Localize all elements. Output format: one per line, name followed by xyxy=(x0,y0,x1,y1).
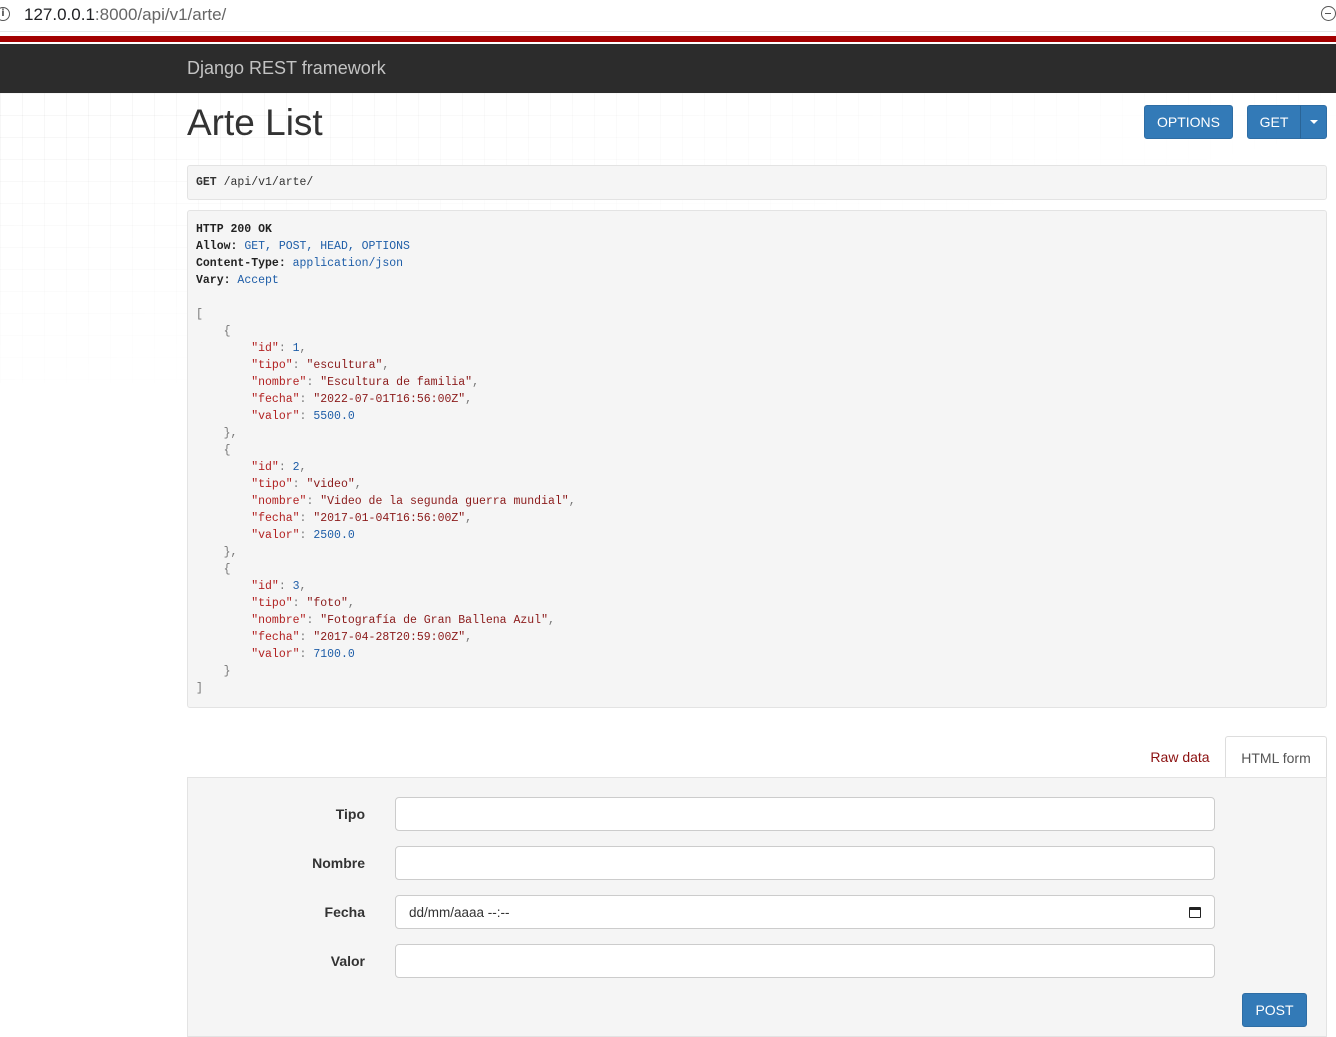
caret-down-icon xyxy=(1309,120,1318,124)
response-info: HTTP 200 OK Allow: GET, POST, HEAD, OPTI… xyxy=(187,210,1327,708)
valor-label: Valor xyxy=(330,953,365,969)
get-format-dropdown[interactable] xyxy=(1300,105,1327,139)
json-field: "fecha": "2022-07-01T16:56:00Z", xyxy=(251,393,473,406)
brand-link[interactable]: Django REST framework xyxy=(187,58,386,79)
json-field: "id": 3, xyxy=(251,580,307,593)
red-stripe xyxy=(0,36,1336,42)
json-close-brace: }, xyxy=(196,546,238,559)
request-info: GET /api/v1/arte/ xyxy=(187,165,1327,200)
url-host: 127.0.0.1 xyxy=(24,5,95,24)
json-field: "tipo": "foto", xyxy=(251,597,355,610)
options-button[interactable]: OPTIONS xyxy=(1144,105,1233,139)
header-name: Content-Type: xyxy=(196,257,286,270)
tab-raw-data[interactable]: Raw data xyxy=(1140,736,1220,778)
json-field: "fecha": "2017-01-04T16:56:00Z", xyxy=(251,512,473,525)
item-valor: 2500.0 xyxy=(313,529,355,542)
json-field: "id": 2, xyxy=(251,461,307,474)
navbar: Django REST framework xyxy=(0,44,1336,93)
item-nombre: "Fotografía de Gran Ballena Azul" xyxy=(320,614,548,627)
header-value: GET, POST, HEAD, OPTIONS xyxy=(237,240,410,253)
header-value: application/json xyxy=(285,257,404,270)
nombre-input[interactable] xyxy=(395,846,1215,880)
json-field: "tipo": "escultura", xyxy=(251,359,390,372)
request-path: /api/v1/arte/ xyxy=(216,176,314,189)
calendar-icon[interactable] xyxy=(1189,906,1201,918)
fecha-label: Fecha xyxy=(324,904,365,920)
item-tipo: "escultura" xyxy=(306,359,383,372)
json-field: "valor": 2500.0 xyxy=(251,529,355,542)
tipo-label: Tipo xyxy=(335,806,365,822)
request-method: GET xyxy=(196,176,217,189)
item-nombre: "Escultura de familia" xyxy=(320,376,473,389)
url-path: :8000/api/v1/arte/ xyxy=(94,5,227,24)
json-close-brace: }, xyxy=(196,427,238,440)
item-fecha: "2022-07-01T16:56:00Z" xyxy=(313,393,466,406)
json-field: "valor": 7100.0 xyxy=(251,648,355,661)
tipo-input[interactable] xyxy=(395,797,1215,831)
response-status: HTTP 200 OK xyxy=(196,223,272,236)
json-open-brace: { xyxy=(196,563,231,576)
page-title: Arte List xyxy=(187,102,323,143)
json-field: "valor": 5500.0 xyxy=(251,410,355,423)
item-fecha: "2017-01-04T16:56:00Z" xyxy=(313,512,466,525)
site-info-icon[interactable]: i xyxy=(0,7,10,21)
get-button[interactable]: GET xyxy=(1247,105,1301,139)
item-tipo: "foto" xyxy=(306,597,348,610)
item-fecha: "2017-04-28T20:59:00Z" xyxy=(313,631,466,644)
json-close-bracket: ] xyxy=(196,682,203,695)
nombre-label: Nombre xyxy=(312,855,365,871)
fecha-datetime-input[interactable]: dd/mm/aaaa --:-- xyxy=(395,895,1215,929)
zoom-out-icon[interactable] xyxy=(1321,6,1336,21)
tab-html-form[interactable]: HTML form xyxy=(1225,736,1327,778)
json-field: "id": 1, xyxy=(251,342,307,355)
json-field: "nombre": "Escultura de familia", xyxy=(251,376,479,389)
header-value: Accept xyxy=(230,274,279,287)
json-open-brace: { xyxy=(196,444,231,457)
item-id: 2 xyxy=(292,461,300,474)
response-header: Allow: GET, POST, HEAD, OPTIONS xyxy=(196,238,1318,255)
item-id: 3 xyxy=(292,580,300,593)
json-close-brace: } xyxy=(196,665,231,678)
json-open-bracket: [ xyxy=(196,308,203,321)
item-id: 1 xyxy=(292,342,300,355)
json-field: "fecha": "2017-04-28T20:59:00Z", xyxy=(251,631,473,644)
valor-input[interactable] xyxy=(395,944,1215,978)
header-name: Allow: xyxy=(196,240,238,253)
json-open-brace: { xyxy=(196,325,231,338)
json-field: "nombre": "Video de la segunda guerra mu… xyxy=(251,495,576,508)
json-field: "tipo": "video", xyxy=(251,478,362,491)
json-field: "nombre": "Fotografía de Gran Ballena Az… xyxy=(251,614,555,627)
item-tipo: "video" xyxy=(306,478,355,491)
item-valor: 7100.0 xyxy=(313,648,355,661)
response-header: Vary: Accept xyxy=(196,272,1318,289)
url-text[interactable]: 127.0.0.1:8000/api/v1/arte/ xyxy=(24,5,226,25)
header-name: Vary: xyxy=(196,274,231,287)
item-valor: 5500.0 xyxy=(313,410,355,423)
item-nombre: "Video de la segunda guerra mundial" xyxy=(320,495,569,508)
fecha-placeholder: dd/mm/aaaa --:-- xyxy=(409,904,510,920)
post-button[interactable]: POST xyxy=(1242,993,1307,1027)
browser-url-bar[interactable]: i 127.0.0.1:8000/api/v1/arte/ xyxy=(0,0,1336,32)
response-header: Content-Type: application/json xyxy=(196,255,1318,272)
